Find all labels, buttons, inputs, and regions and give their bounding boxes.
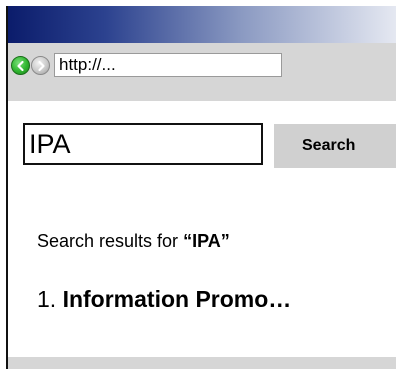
search-input[interactable]: IPA bbox=[23, 123, 263, 165]
result-title-link[interactable]: Information Promo… bbox=[63, 286, 292, 312]
back-button[interactable] bbox=[11, 56, 30, 75]
browser-toolbar: http://... bbox=[8, 43, 396, 101]
results-heading-query: “IPA” bbox=[183, 231, 230, 251]
page-content: IPA Search Search results for “IPA” 1. I… bbox=[8, 101, 396, 357]
result-item[interactable]: 1. Information Promo… bbox=[37, 286, 291, 313]
forward-arrow-icon bbox=[37, 60, 45, 71]
status-bar bbox=[8, 357, 396, 369]
back-arrow-icon bbox=[16, 60, 24, 71]
result-number: 1. bbox=[37, 286, 63, 312]
title-bar bbox=[8, 6, 396, 43]
search-button[interactable]: Search bbox=[274, 124, 396, 168]
browser-window: http://... IPA Search Search results for… bbox=[6, 6, 396, 369]
results-heading-label: Search results for bbox=[37, 231, 184, 251]
address-bar[interactable]: http://... bbox=[54, 53, 282, 77]
results-heading: Search results for “IPA” bbox=[37, 231, 230, 252]
forward-button[interactable] bbox=[31, 56, 50, 75]
